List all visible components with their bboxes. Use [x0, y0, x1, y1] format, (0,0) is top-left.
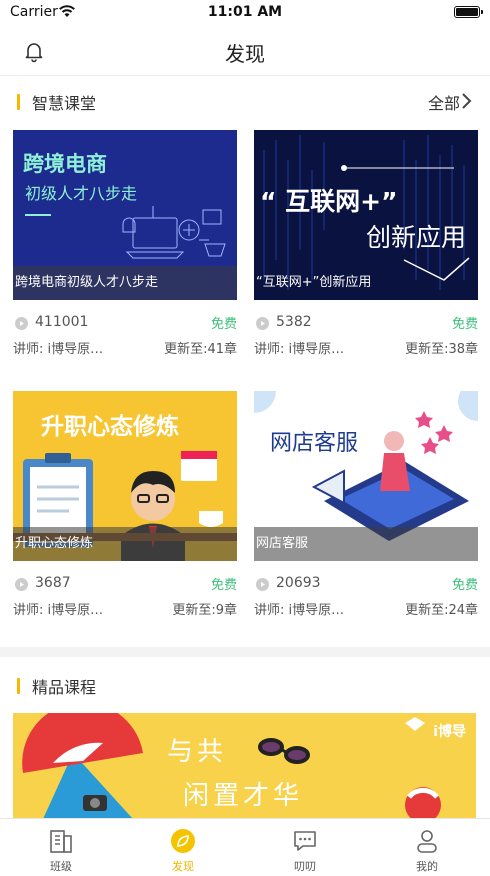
- nav-bar: 发现: [0, 26, 490, 76]
- smart-class-header: 智慧课堂 全部: [0, 86, 490, 116]
- section-accent-bar: [17, 94, 20, 110]
- chapter-count: 更新至:9章: [172, 603, 237, 618]
- status-bar: Carrier 11:01 AM: [0, 0, 490, 26]
- thumb-title: 跨境电商: [23, 152, 107, 176]
- price-badge: 免费: [451, 317, 478, 332]
- course-card[interactable]: 升职心态修炼 升职心态修炼 3687 免费 讲师: i博导原… 更新至:9章: [13, 391, 237, 621]
- play-icon: [15, 578, 28, 591]
- tab-chat[interactable]: 叨叨: [244, 819, 366, 876]
- tab-discover[interactable]: 发现: [122, 819, 244, 876]
- thumb-caption: 跨境电商初级人才八步走: [13, 266, 237, 300]
- play-icon: [256, 578, 269, 591]
- brand-logo: i博导: [433, 724, 466, 740]
- play-count: 5382: [276, 314, 312, 330]
- chevron-right-icon[interactable]: [460, 92, 474, 110]
- page-title: 发现: [225, 42, 265, 66]
- teacher-label: 讲师: i博导原…: [254, 342, 345, 357]
- thumb-title: 升职心态修炼: [41, 414, 179, 440]
- teacher-label: 讲师: i博导原…: [13, 603, 104, 618]
- play-icon: [15, 317, 28, 330]
- tab-label: 我的: [416, 860, 438, 873]
- play-count: 3687: [35, 575, 71, 591]
- thumb-caption: 升职心态修炼: [13, 527, 237, 561]
- chapter-count: 更新至:24章: [405, 603, 478, 618]
- thumb-caption: 网店客服: [254, 527, 478, 561]
- ecommerce-illustration: [122, 206, 226, 259]
- premium-course-banner[interactable]: 与共 闲置才华 i博导: [13, 713, 476, 819]
- course-card[interactable]: “ 互联网+” 创新应用 “互联网+”创新应用 5382 免费 讲师: i博导原…: [254, 130, 478, 360]
- section-divider: [0, 647, 490, 657]
- tab-bar: 班级 发现 叨叨 我的: [0, 818, 490, 876]
- play-count: 411001: [35, 314, 89, 330]
- thumb-caption: “互联网+”创新应用: [256, 275, 372, 290]
- premium-header: 精品课程: [0, 670, 490, 700]
- course-thumbnail[interactable]: “ 互联网+” 创新应用 “互联网+”创新应用: [254, 130, 478, 300]
- thumb-subtitle: 创新应用: [365, 223, 466, 252]
- battery-icon: [454, 6, 483, 18]
- building-icon: [50, 830, 72, 853]
- tab-mine[interactable]: 我的: [366, 819, 488, 876]
- price-badge: 免费: [210, 578, 237, 593]
- tab-label: 班级: [50, 860, 72, 873]
- course-card[interactable]: 网店客服 网店客服 20693 免费 讲师: i博导原… 更新至:24章: [254, 391, 478, 621]
- chapter-count: 更新至:41章: [164, 342, 237, 357]
- chat-icon: [294, 831, 316, 851]
- banner-line1: 与共: [167, 737, 228, 767]
- view-all-link[interactable]: 全部: [428, 90, 460, 114]
- user-icon: [417, 830, 437, 853]
- course-thumbnail[interactable]: 升职心态修炼 升职心态修炼: [13, 391, 237, 561]
- thumb-title: 网店客服: [270, 431, 359, 456]
- section-title: 精品课程: [32, 678, 97, 697]
- course-thumbnail[interactable]: 网店客服 网店客服: [254, 391, 478, 561]
- course-thumbnail[interactable]: 跨境电商 初级人才八步走 跨境电商初级人才八步走: [13, 130, 237, 300]
- tab-class[interactable]: 班级: [0, 819, 122, 876]
- play-count: 20693: [276, 575, 321, 591]
- leaf-icon: [171, 829, 195, 853]
- section-accent-bar: [17, 678, 20, 694]
- teacher-label: 讲师: i博导原…: [13, 342, 104, 357]
- thumb-title: “ 互联网+”: [260, 187, 398, 216]
- tab-label: 叨叨: [294, 860, 316, 873]
- tab-label: 发现: [172, 860, 194, 873]
- section-title: 智慧课堂: [32, 94, 97, 113]
- play-icon: [256, 317, 269, 330]
- chapter-count: 更新至:38章: [405, 342, 478, 357]
- banner-line2: 闲置才华: [183, 781, 304, 811]
- clock: 11:01 AM: [207, 4, 283, 20]
- price-badge: 免费: [451, 578, 478, 593]
- teacher-label: 讲师: i博导原…: [254, 603, 345, 618]
- price-badge: 免费: [210, 317, 237, 332]
- course-card[interactable]: 跨境电商 初级人才八步走 跨境电商初级人才八步走 411001 免费 讲师: i…: [13, 130, 237, 360]
